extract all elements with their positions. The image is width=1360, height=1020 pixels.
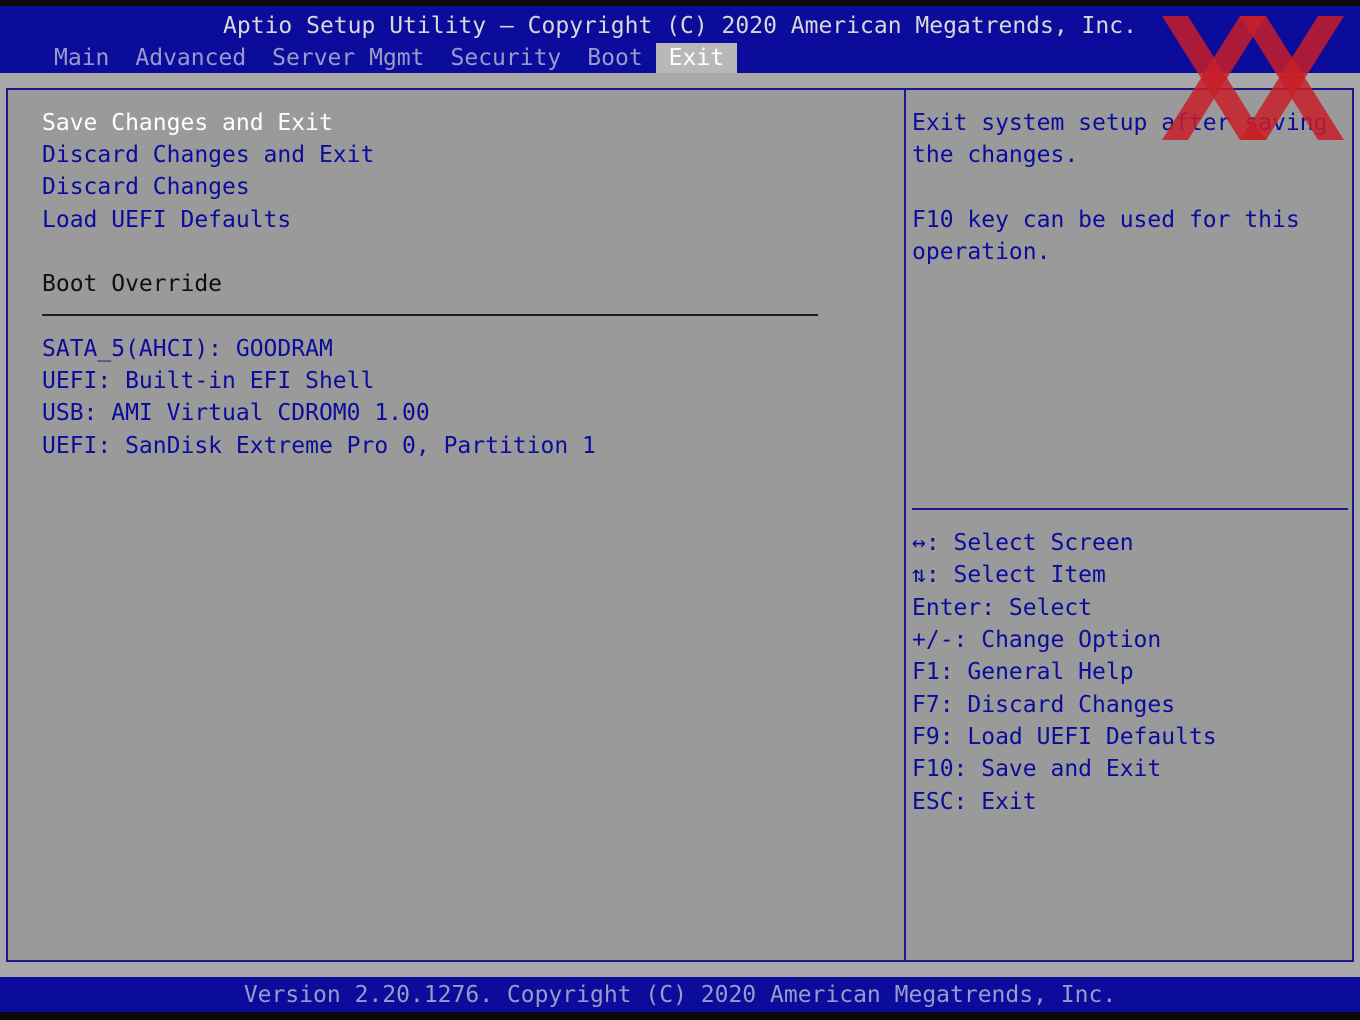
key-help-select-item: ⇅: Select Item xyxy=(912,562,1106,588)
tab-security[interactable]: Security xyxy=(438,43,575,73)
boot-device-uefi-efi-shell[interactable]: UEFI: Built-in EFI Shell xyxy=(42,365,374,397)
help-line-2: the changes. xyxy=(912,142,1079,168)
menu-item-discard-changes[interactable]: Discard Changes xyxy=(42,171,250,203)
tab-advanced[interactable]: Advanced xyxy=(122,43,259,73)
boot-device-uefi-sandisk[interactable]: UEFI: SanDisk Extreme Pro 0, Partition 1 xyxy=(42,430,596,462)
key-help-change-option: +/-: Change Option xyxy=(912,627,1162,653)
footer-version-text: Version 2.20.1276. Copyright (C) 2020 Am… xyxy=(243,982,1117,1008)
help-line-5: operation. xyxy=(912,239,1051,265)
boot-override-separator xyxy=(42,314,818,316)
key-help-enter: Enter: Select xyxy=(912,595,1093,621)
menu-item-load-uefi-defaults[interactable]: Load UEFI Defaults xyxy=(42,204,291,236)
menu-item-save-changes-and-exit[interactable]: Save Changes and Exit xyxy=(42,107,333,139)
content-frame: Save Changes and Exit Discard Changes an… xyxy=(6,88,1354,962)
panel-divider xyxy=(904,90,906,960)
header-bar: Aptio Setup Utility – Copyright (C) 2020… xyxy=(0,6,1360,73)
boot-override-heading: Boot Override xyxy=(42,271,223,297)
bottom-edge xyxy=(0,1012,1360,1020)
tab-boot[interactable]: Boot xyxy=(574,43,655,73)
key-help-f1: F1: General Help xyxy=(912,659,1134,685)
key-help-f7: F7: Discard Changes xyxy=(912,692,1176,718)
tab-bar: Main Advanced Server Mgmt Security Boot … xyxy=(41,43,738,73)
key-help-esc: ESC: Exit xyxy=(912,789,1037,815)
main-area: Save Changes and Exit Discard Changes an… xyxy=(0,73,1360,977)
footer-bar: Version 2.20.1276. Copyright (C) 2020 Am… xyxy=(0,977,1360,1012)
key-help-f10: F10: Save and Exit xyxy=(912,756,1162,782)
key-help-select-screen: ↔: Select Screen xyxy=(912,530,1134,556)
help-separator xyxy=(912,508,1348,510)
key-help-f9: F9: Load UEFI Defaults xyxy=(912,724,1217,750)
help-line-1: Exit system setup after saving xyxy=(912,110,1328,136)
help-line-4: F10 key can be used for this xyxy=(912,207,1300,233)
boot-device-usb-ami-cdrom[interactable]: USB: AMI Virtual CDROM0 1.00 xyxy=(42,397,430,429)
header-title: Aptio Setup Utility – Copyright (C) 2020… xyxy=(223,13,1137,39)
tab-server-mgmt[interactable]: Server Mgmt xyxy=(259,43,437,73)
tab-exit[interactable]: Exit xyxy=(655,43,738,73)
tab-main[interactable]: Main xyxy=(41,43,122,73)
menu-item-discard-changes-and-exit[interactable]: Discard Changes and Exit xyxy=(42,139,374,171)
boot-device-sata5-goodram[interactable]: SATA_5(AHCI): GOODRAM xyxy=(42,333,333,365)
